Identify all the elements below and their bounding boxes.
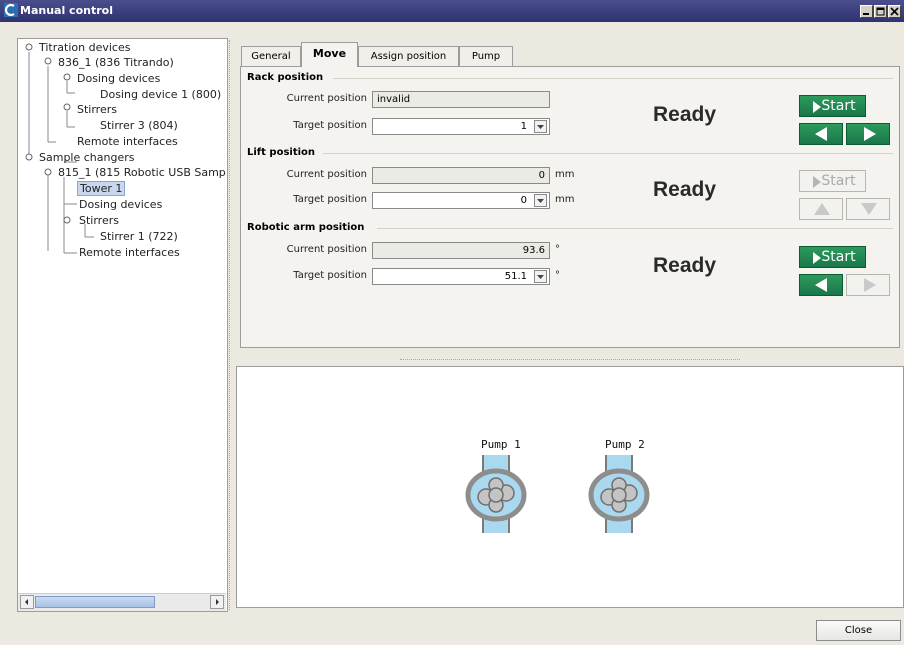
play-icon [813, 252, 821, 264]
arrow-right-icon [864, 278, 876, 292]
tree-node-tower-stirrers[interactable]: Stirrers [79, 214, 119, 227]
lift-target-unit: mm [555, 194, 575, 205]
play-icon [813, 101, 821, 113]
pump-2-icon[interactable] [584, 455, 654, 533]
lift-position-heading: Lift position [247, 147, 316, 158]
arrow-down-icon [861, 203, 877, 215]
chevron-left-icon [25, 599, 28, 605]
tree-node-836-titrando[interactable]: 836_1 (836 Titrando) [58, 56, 174, 69]
maximize-icon [876, 7, 885, 16]
maximize-button[interactable] [874, 5, 887, 18]
arm-target-unit: ° [555, 270, 560, 281]
robotic-arm-heading: Robotic arm position [247, 222, 365, 233]
rack-current-label: Current position [286, 93, 367, 104]
rack-target-dropdown-button[interactable] [534, 120, 547, 133]
tree-horizontal-scrollbar[interactable] [18, 593, 226, 611]
arrow-right-icon [864, 127, 876, 141]
tab-panel: General Move Assign position Pump Rack p… [236, 38, 904, 356]
rack-move-right-button[interactable] [846, 123, 890, 145]
close-button[interactable]: Close [816, 620, 901, 641]
arm-current-label: Current position [286, 244, 367, 255]
lift-current-label: Current position [286, 169, 367, 180]
arrow-left-icon [815, 127, 827, 141]
window-titlebar: Manual control [0, 0, 904, 22]
scroll-right-button[interactable] [210, 595, 224, 609]
tree-node-tower-dosing-devices[interactable]: Dosing devices [79, 198, 162, 211]
arm-start-button[interactable]: Start [799, 246, 866, 268]
horizontal-splitter[interactable] [400, 359, 740, 361]
lift-status: Ready [653, 178, 717, 201]
tree-node-815-robotic[interactable]: 815_1 (815 Robotic USB Samp [58, 166, 226, 179]
tree-node-tower-remote-interfaces[interactable]: Remote interfaces [79, 246, 180, 259]
section-divider [323, 153, 893, 154]
arrow-up-icon [814, 203, 830, 215]
rack-move-left-button[interactable] [799, 123, 843, 145]
tree-node-dosing-device-1[interactable]: Dosing device 1 (800) [100, 88, 221, 101]
rack-position-heading: Rack position [247, 72, 324, 83]
lift-start-label: Start [821, 173, 856, 189]
arm-target-dropdown-button[interactable] [534, 270, 547, 283]
arrow-left-icon [815, 278, 827, 292]
pump-1-icon[interactable] [461, 455, 531, 533]
rack-current-value: invalid [372, 91, 550, 108]
scroll-left-button[interactable] [20, 595, 34, 609]
lift-target-dropdown-button[interactable] [534, 194, 547, 207]
device-tree: Titration devices 836_1 (836 Titrando) D… [17, 38, 228, 612]
tree-node-sample-changers[interactable]: Sample changers [39, 151, 134, 164]
minimize-icon [863, 13, 869, 15]
tree-node-remote-interfaces[interactable]: Remote interfaces [77, 135, 178, 148]
arm-start-label: Start [821, 249, 856, 265]
rack-start-label: Start [821, 98, 856, 114]
lift-move-down-button[interactable] [846, 198, 890, 220]
tree-node-stirrers[interactable]: Stirrers [77, 103, 117, 116]
arm-rotate-right-button[interactable] [846, 274, 890, 296]
chevron-right-icon [216, 599, 219, 605]
arm-rotate-left-button[interactable] [799, 274, 843, 296]
tab-general[interactable]: General [241, 46, 301, 66]
lift-target-input[interactable]: 0 [372, 192, 550, 209]
arm-current-unit: ° [555, 244, 560, 255]
tree-node-titration-devices[interactable]: Titration devices [39, 41, 130, 54]
move-tab-content: Rack position Current position invalid T… [240, 66, 900, 348]
arm-current-value: 93.6 [372, 242, 550, 259]
tree-node-tower-1[interactable]: Tower 1 [77, 181, 126, 196]
arm-status: Ready [653, 254, 717, 277]
section-divider [333, 78, 893, 79]
pump-panel: Pump 1 Pump 2 [236, 366, 904, 608]
arm-target-label: Target position [293, 270, 367, 281]
chevron-down-icon [537, 125, 544, 129]
chevron-down-icon [537, 199, 544, 203]
tab-move[interactable]: Move [301, 42, 358, 67]
scroll-thumb[interactable] [35, 596, 155, 608]
window-title: Manual control [20, 4, 113, 17]
rack-target-label: Target position [293, 120, 367, 131]
tree-node-stirrer-1[interactable]: Stirrer 1 (722) [100, 230, 178, 243]
minimize-button[interactable] [860, 5, 873, 18]
pump-1-label: Pump 1 [481, 438, 521, 451]
lift-target-label: Target position [293, 194, 367, 205]
rack-start-button[interactable]: Start [799, 95, 866, 117]
lift-current-unit: mm [555, 169, 575, 180]
tree-node-dosing-devices[interactable]: Dosing devices [77, 72, 160, 85]
lift-current-value: 0 [372, 167, 550, 184]
section-divider [377, 228, 893, 229]
close-icon [890, 7, 899, 16]
tab-assign-position[interactable]: Assign position [358, 46, 459, 66]
lift-move-up-button[interactable] [799, 198, 843, 220]
pump-2-label: Pump 2 [605, 438, 645, 451]
close-window-button[interactable] [888, 5, 901, 18]
rack-status: Ready [653, 103, 717, 126]
chevron-down-icon [537, 275, 544, 279]
app-logo-icon [4, 3, 18, 17]
tab-pump[interactable]: Pump [459, 46, 513, 66]
arm-target-input[interactable]: 51.1 [372, 268, 550, 285]
rack-target-input[interactable]: 1 [372, 118, 550, 135]
vertical-splitter[interactable] [229, 40, 233, 610]
lift-start-button[interactable]: Start [799, 170, 866, 192]
tree-node-stirrer-3[interactable]: Stirrer 3 (804) [100, 119, 178, 132]
play-icon [813, 176, 821, 188]
